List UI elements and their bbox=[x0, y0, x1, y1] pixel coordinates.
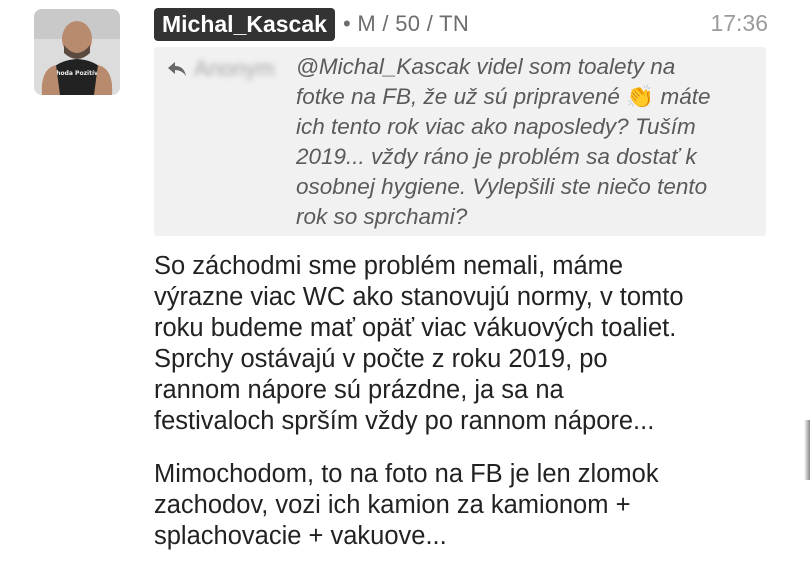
quote-line: osobnej hygiene. Vylepšili ste niečo ten… bbox=[296, 174, 708, 199]
quote-line: fotke na FB, že už sú pripravené 👏 máte bbox=[296, 82, 758, 112]
quoted-message[interactable]: Anonym @Michal_Kascak videl som toalety … bbox=[154, 47, 766, 236]
user-meta: • M / 50 / TN bbox=[342, 11, 470, 36]
body-line: rannom nápore sú prázdne, ja sa na bbox=[154, 376, 564, 404]
body-line: Sprchy ostávajú v počte z roku 2019, po bbox=[154, 345, 608, 373]
body-line: Mimochodom, to na foto na FB je len zlom… bbox=[154, 460, 659, 488]
body-paragraph-2: Mimochodom, to na foto na FB je len zlom… bbox=[154, 459, 794, 552]
body-line: So záchodmi sme problém nemali, máme bbox=[154, 252, 624, 280]
post-time: 17:36 bbox=[710, 10, 768, 36]
quote-line: rok so sprchami? bbox=[296, 204, 468, 229]
body-line: zachodov, vozi ich kamion za kamionom + bbox=[154, 491, 631, 519]
quote-line: ich tento rok viac ako naposledy? Tuším bbox=[296, 114, 696, 139]
post-body: So záchodmi sme problém nemali, máme výr… bbox=[154, 251, 794, 552]
quote-text: @Michal_Kascak videl som toalety na fotk… bbox=[296, 52, 758, 232]
reply-icon bbox=[168, 62, 186, 76]
scroll-edge bbox=[804, 420, 810, 480]
body-line: splachovacie + vakuove... bbox=[154, 522, 447, 550]
quote-line-tail: máte bbox=[660, 84, 711, 109]
username-link[interactable]: Michal_Kascak bbox=[154, 7, 335, 41]
avatar-photo: Pohoda Pozitívne bbox=[34, 9, 120, 95]
body-paragraph-1: So záchodmi sme problém nemali, máme výr… bbox=[154, 251, 794, 437]
quote-line-text: fotke na FB, že už sú pripravené bbox=[296, 84, 620, 109]
quoted-author: Anonym bbox=[194, 56, 275, 81]
body-line: festivaloch sprším vždy po rannom nápore… bbox=[154, 407, 655, 435]
body-line: výrazne viac WC ako stanovujú normy, v t… bbox=[154, 283, 684, 311]
avatar[interactable]: Pohoda Pozitívne bbox=[34, 9, 120, 95]
comment-post: Pohoda Pozitívne Michal_Kascak • M / 50 … bbox=[0, 0, 810, 587]
quote-line: @Michal_Kascak videl som toalety na bbox=[296, 54, 676, 79]
body-line: roku budeme mať opäť viac vákuových toal… bbox=[154, 314, 677, 342]
quote-line: 2019... vždy ráno je problém sa dostať k bbox=[296, 144, 697, 169]
clapping-hands-icon: 👏 bbox=[626, 84, 655, 109]
post-header: Michal_Kascak • M / 50 / TN bbox=[154, 7, 469, 41]
